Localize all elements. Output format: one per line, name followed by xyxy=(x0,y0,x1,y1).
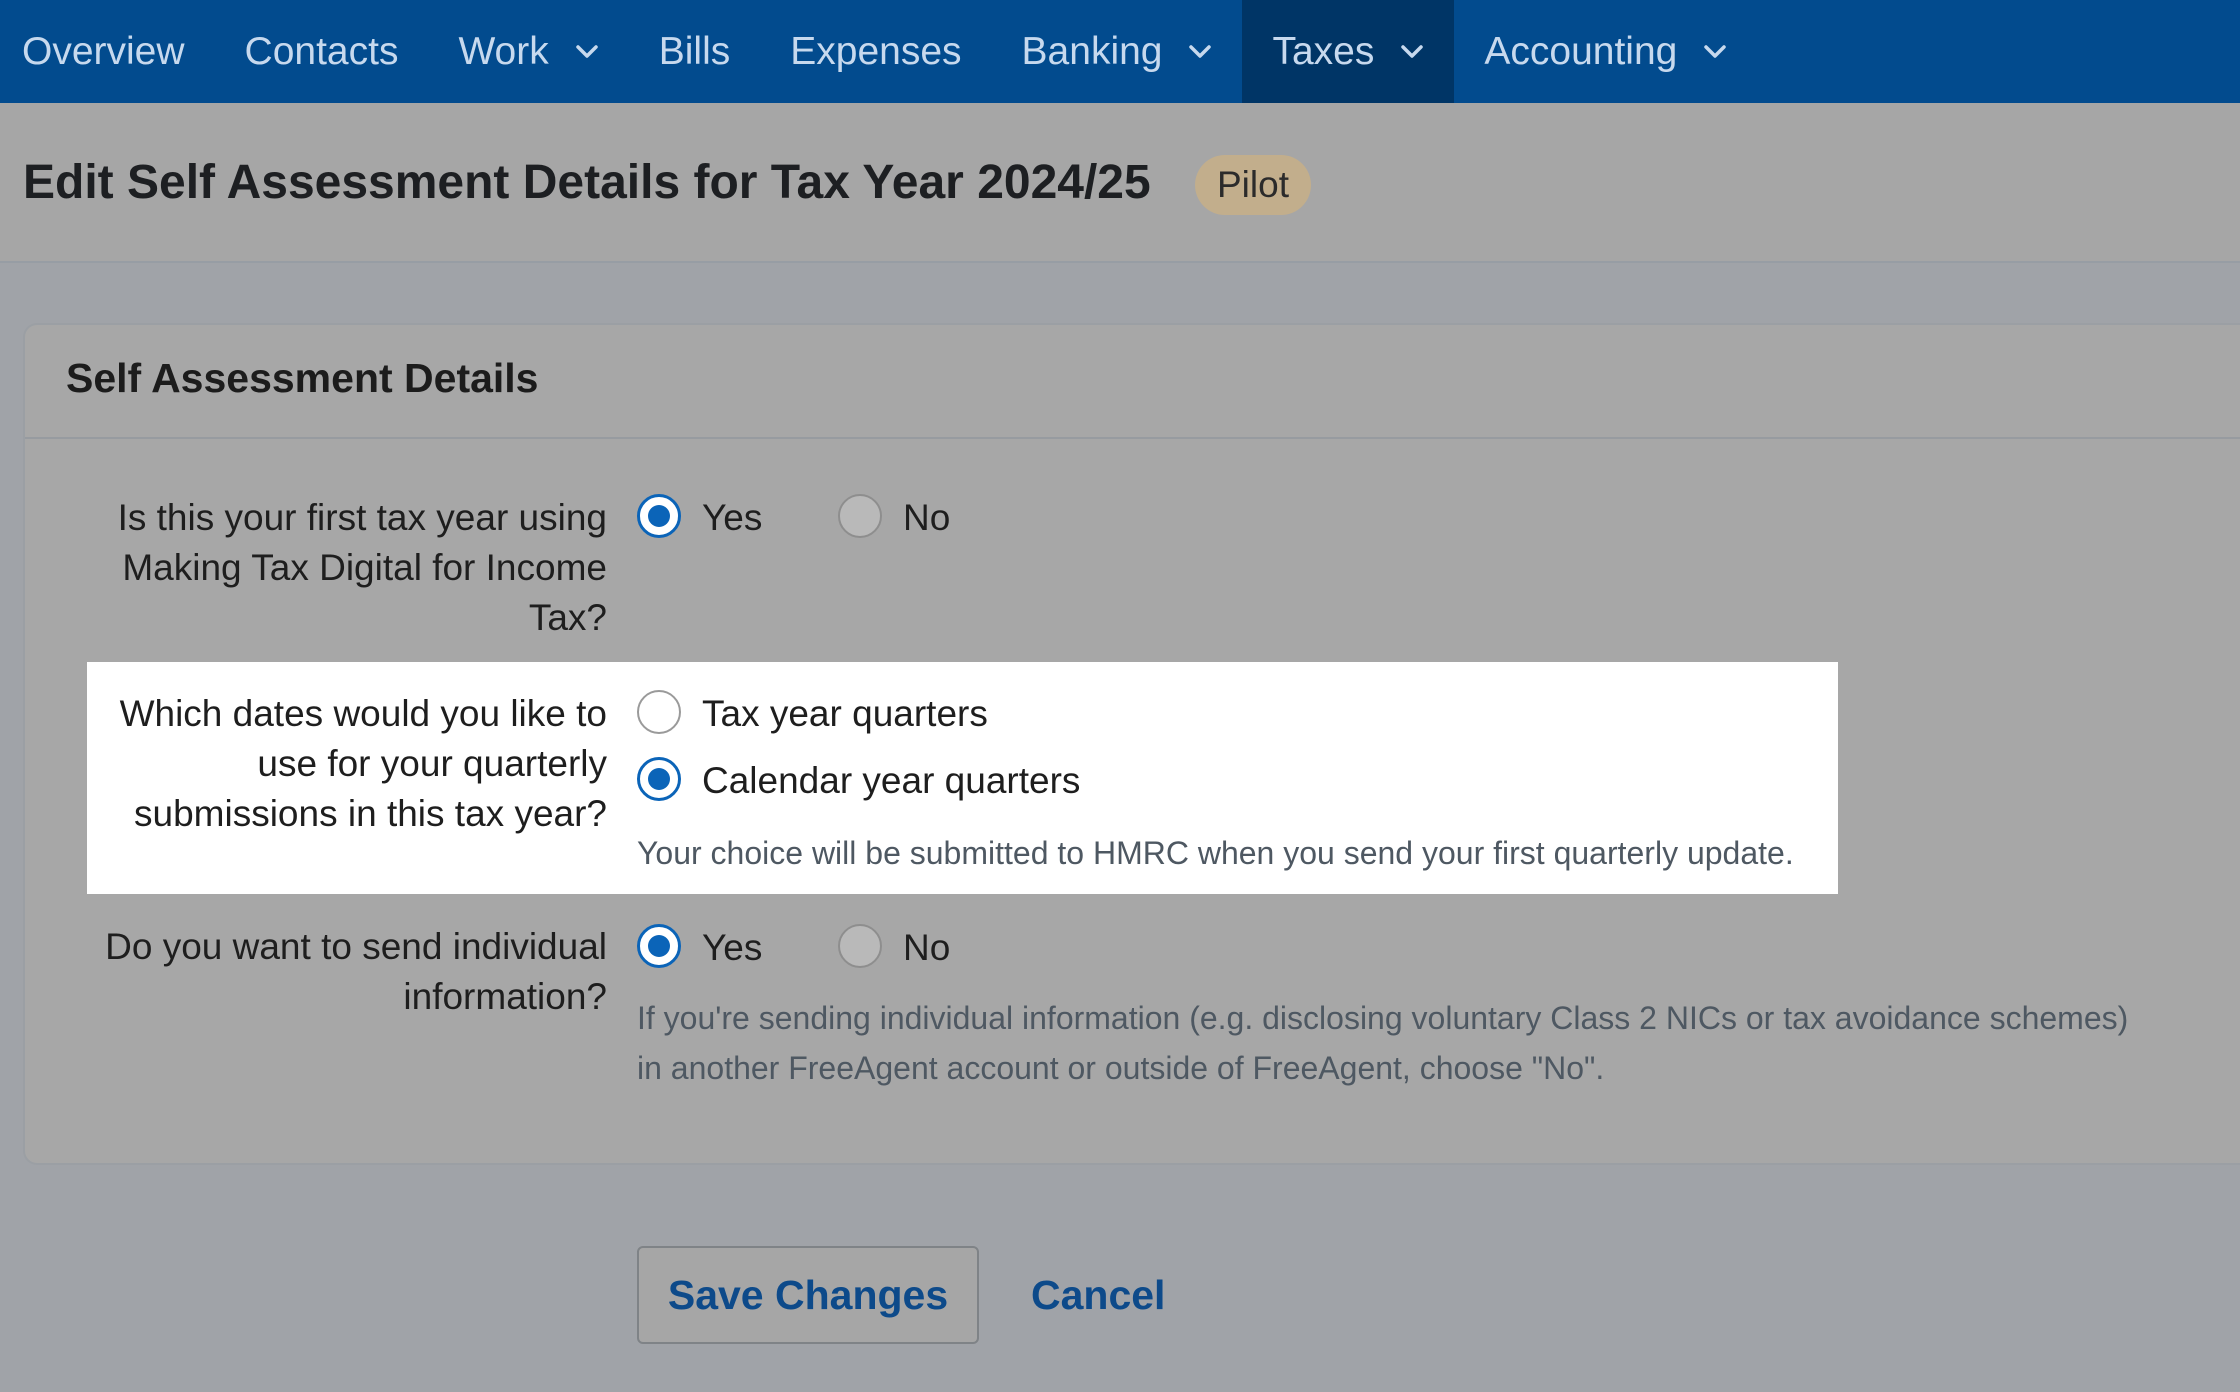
page-title: Edit Self Assessment Details for Tax Yea… xyxy=(23,156,1151,209)
radio-tax-year-quarters-label[interactable]: Tax year quarters xyxy=(702,693,988,735)
radio-individual-info-no[interactable] xyxy=(838,924,882,968)
question-label-line: Is this your first tax year using xyxy=(117,497,607,538)
radio-first-year-yes[interactable] xyxy=(637,494,681,538)
radio-first-year-yes-label[interactable]: Yes xyxy=(702,497,762,539)
chevron-down-icon xyxy=(576,44,598,58)
radio-calendar-year-quarters[interactable] xyxy=(637,757,681,801)
question-label-line: Which dates would you like to xyxy=(119,693,607,734)
nav-contacts-label: Contacts xyxy=(244,29,399,73)
radio-calendar-year-quarters-label[interactable]: Calendar year quarters xyxy=(702,760,1080,802)
nav-banking-label: Banking xyxy=(1021,29,1163,73)
chevron-down-icon xyxy=(1401,44,1424,58)
question-individual-info-label: Do you want to send individual informati… xyxy=(47,922,607,1022)
nav-overview-label: Overview xyxy=(22,29,185,73)
radio-individual-info-no-label[interactable]: No xyxy=(903,927,950,969)
save-changes-button[interactable]: Save Changes xyxy=(637,1246,979,1344)
nav-bills[interactable]: Bills xyxy=(629,0,761,103)
radio-tax-year-quarters[interactable] xyxy=(637,690,681,734)
individual-info-hint: If you're sending individual information… xyxy=(637,993,2128,1093)
question-quarterly-dates-label: Which dates would you like to use for yo… xyxy=(47,689,607,839)
nav-overview[interactable]: Overview xyxy=(0,0,215,103)
question-label-line: use for your quarterly xyxy=(257,743,607,784)
question-label-line: Tax? xyxy=(528,597,607,638)
radio-first-year-no[interactable] xyxy=(838,494,882,538)
page-header: Edit Self Assessment Details for Tax Yea… xyxy=(0,103,2240,263)
radio-individual-info-yes[interactable] xyxy=(637,924,681,968)
question-label-line: submissions in this tax year? xyxy=(134,793,607,834)
chevron-down-icon xyxy=(1189,44,1212,58)
chevron-down-icon xyxy=(1704,44,1727,58)
question-label-line: information? xyxy=(403,976,607,1017)
radio-first-year-no-label[interactable]: No xyxy=(903,497,950,539)
nav-work-label: Work xyxy=(458,29,549,73)
nav-contacts[interactable]: Contacts xyxy=(215,0,429,103)
nav-banking[interactable]: Banking xyxy=(992,0,1243,103)
quarterly-dates-hint: Your choice will be submitted to HMRC wh… xyxy=(637,835,1794,871)
hint-line: in another FreeAgent account or outside … xyxy=(637,1050,1605,1086)
top-nav: Overview Contacts Work Bills Expenses Ba… xyxy=(0,0,2240,103)
radio-individual-info-yes-label[interactable]: Yes xyxy=(702,927,762,969)
nav-bills-label: Bills xyxy=(658,29,731,73)
question-label-line: Do you want to send individual xyxy=(105,926,607,967)
question-first-tax-year-label: Is this your first tax year using Making… xyxy=(47,493,607,643)
nav-accounting[interactable]: Accounting xyxy=(1454,0,1757,103)
nav-expenses[interactable]: Expenses xyxy=(760,0,991,103)
nav-work[interactable]: Work xyxy=(428,0,628,103)
nav-taxes[interactable]: Taxes xyxy=(1242,0,1455,103)
hint-line: If you're sending individual information… xyxy=(637,1000,2129,1036)
nav-accounting-label: Accounting xyxy=(1484,29,1678,73)
pilot-badge: Pilot xyxy=(1195,155,1311,215)
nav-taxes-label: Taxes xyxy=(1272,29,1375,73)
card-divider xyxy=(25,437,2240,439)
card-title: Self Assessment Details xyxy=(66,355,539,401)
cancel-link[interactable]: Cancel xyxy=(1031,1246,1165,1344)
nav-expenses-label: Expenses xyxy=(790,29,962,73)
question-label-line: Making Tax Digital for Income xyxy=(122,547,607,588)
